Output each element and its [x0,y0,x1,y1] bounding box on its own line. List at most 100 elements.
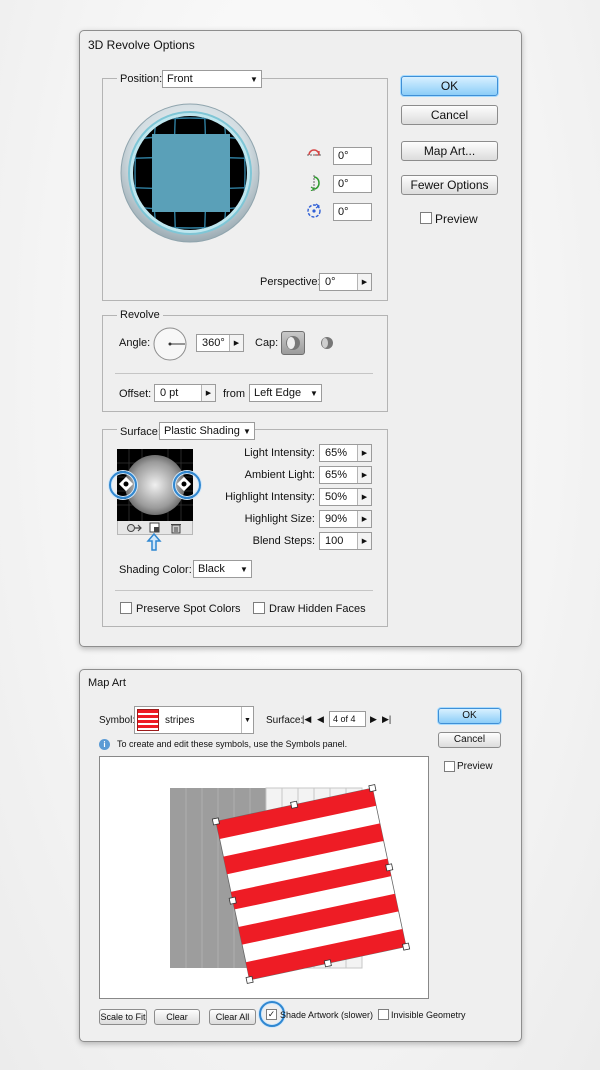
cancel-button[interactable]: Cancel [438,732,501,748]
last-surface-icon[interactable]: ▶| [382,714,391,725]
map-art-canvas[interactable] [99,756,429,999]
position-value: Front [167,73,193,85]
light-intensity-stepper[interactable]: 65% ▶ [319,444,372,462]
revolve-options-dialog: 3D Revolve Options Position: Front ▼ 0° … [79,30,522,647]
preview-checkbox[interactable] [444,761,455,772]
info-text: To create and edit these symbols, use th… [117,739,348,749]
symbol-dropdown[interactable]: stripes ▼ [134,706,254,734]
highlight-intensity-label: Highlight Intensity: [225,491,315,503]
surface-label: Surface: [117,426,164,438]
cap-on-toggle[interactable] [281,331,305,355]
offset-label: Offset: [119,388,152,400]
chevron-right-icon[interactable]: ▶ [357,533,371,549]
surface-value: Plastic Shading [164,425,240,437]
cap-hollow-icon [321,337,333,349]
revolve-label: Revolve [117,309,163,321]
previous-surface-icon[interactable]: ◀ [317,714,324,725]
perspective-value: 0° [325,276,336,288]
chevron-down-icon: ▼ [243,426,251,436]
surface-dropdown[interactable]: Plastic Shading ▼ [159,422,255,440]
fewer-options-button[interactable]: Fewer Options [401,175,498,195]
light-right-highlight [173,471,201,499]
shading-color-value: Black [198,563,225,575]
revolve-divider [115,373,373,374]
chevron-right-icon[interactable]: ▶ [229,335,243,351]
angle-dial[interactable] [152,326,188,362]
preserve-spot-checkbox[interactable] [120,602,132,614]
scale-to-fit-button[interactable]: Scale to Fit [99,1009,147,1025]
move-light-back-icon[interactable] [126,522,142,534]
shading-color-dropdown[interactable]: Black ▼ [193,560,252,578]
shade-artwork-checkbox[interactable]: ✓ [266,1009,277,1020]
stripes-swatch-icon [137,709,159,731]
from-label: from [223,388,245,400]
chevron-down-icon: ▼ [241,707,253,733]
ambient-light-stepper[interactable]: 65% ▶ [319,466,372,484]
highlight-size-stepper[interactable]: 90% ▶ [319,510,372,528]
surface-label: Surface: [266,715,304,726]
delete-light-icon[interactable] [170,522,182,534]
rotate-y-icon [306,175,322,192]
preview-checkbox[interactable] [420,212,432,224]
ambient-light-value: 65% [325,469,348,481]
cap-label: Cap: [255,337,279,349]
angle-label: Angle: [119,337,151,349]
rotate-x-field[interactable] [333,147,372,165]
from-dropdown[interactable]: Left Edge ▼ [249,384,322,402]
dialog-title: 3D Revolve Options [88,38,195,52]
surface-value: 4 of 4 [333,714,356,724]
from-value: Left Edge [254,387,302,399]
blend-steps-stepper[interactable]: 100 ▶ [319,532,372,550]
chevron-right-icon[interactable]: ▶ [201,385,215,401]
map-art-dialog: Map Art Symbol: stripes ▼ Surface: |◀ ◀ … [79,669,522,1042]
highlight-size-value: 90% [325,513,348,525]
clear-all-button[interactable]: Clear All [209,1009,256,1025]
shading-color-label: Shading Color: [119,564,192,576]
light-left-highlight [109,471,137,499]
invisible-geometry-checkbox[interactable] [378,1009,389,1020]
shade-artwork-label: Shade Artwork (slower) [280,1010,374,1020]
highlight-intensity-stepper[interactable]: 50% ▶ [319,488,372,506]
rotate-y-field[interactable] [333,175,372,193]
rotate-z-icon [306,203,322,219]
rotate-z-field[interactable] [333,203,372,221]
offset-value: 0 pt [160,387,179,399]
highlight-intensity-value: 50% [325,491,348,503]
blend-steps-value: 100 [325,535,344,547]
cap-off-toggle[interactable] [318,334,336,352]
first-surface-icon[interactable]: |◀ [302,714,311,725]
offset-stepper[interactable]: 0 pt ▶ [154,384,216,402]
ok-button[interactable]: OK [438,708,501,724]
chevron-right-icon[interactable]: ▶ [357,511,371,527]
preserve-spot-label: Preserve Spot Colors [136,603,241,615]
position-dropdown[interactable]: Front ▼ [162,70,262,88]
chevron-down-icon: ▼ [310,388,318,398]
chevron-right-icon[interactable]: ▶ [357,489,371,505]
chevron-down-icon: ▼ [240,564,248,574]
chevron-right-icon[interactable]: ▶ [357,274,371,290]
perspective-stepper[interactable]: 0° ▶ [319,273,372,291]
symbol-value: stripes [165,715,195,726]
chevron-right-icon[interactable]: ▶ [357,445,371,461]
ok-button[interactable]: OK [401,76,498,96]
clear-button[interactable]: Clear [154,1009,200,1025]
chevron-right-icon[interactable]: ▶ [357,467,371,483]
light-intensity-label: Light Intensity: [244,447,315,459]
blend-steps-label: Blend Steps: [252,535,315,547]
draw-hidden-checkbox[interactable] [253,602,265,614]
track-cube[interactable] [120,103,260,243]
invisible-geometry-label: Invisible Geometry [391,1010,466,1020]
rotate-x-icon [306,147,322,163]
highlight-size-label: Highlight Size: [244,513,315,525]
angle-stepper[interactable]: 360° ▶ [196,334,244,352]
draw-hidden-label: Draw Hidden Faces [269,603,366,615]
map-art-button[interactable]: Map Art... [401,141,498,161]
perspective-label: Perspective: [260,276,321,288]
ambient-light-label: Ambient Light: [244,469,315,481]
cap-solid-icon [286,336,300,350]
cancel-button[interactable]: Cancel [401,105,498,125]
preview-label: Preview [435,212,478,226]
surface-field[interactable]: 4 of 4 [329,711,366,727]
next-surface-icon[interactable]: ▶ [370,714,377,725]
pointer-arrow-icon [146,532,162,551]
